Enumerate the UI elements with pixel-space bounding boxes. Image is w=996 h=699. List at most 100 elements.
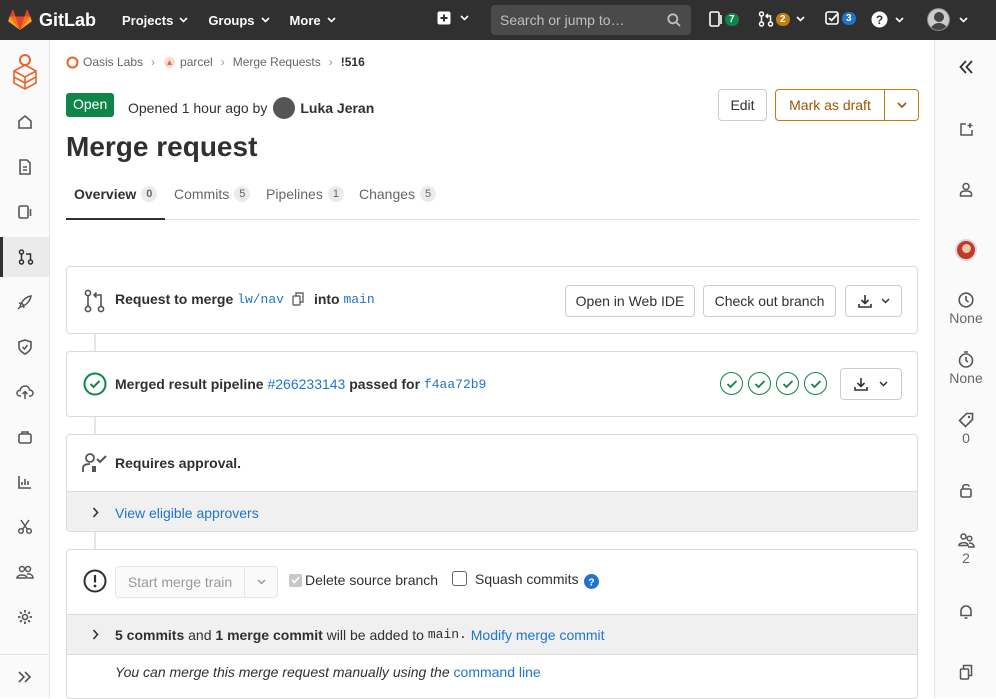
- pipeline-stage-success-icon[interactable]: [776, 372, 799, 395]
- mark-as-draft-button[interactable]: Mark as draft: [775, 89, 885, 121]
- copy-reference-button[interactable]: [935, 664, 996, 680]
- chevron-right-icon: [92, 507, 99, 518]
- assignee-section[interactable]: [935, 182, 996, 197]
- pipeline-download-button[interactable]: [840, 368, 902, 400]
- sidebar-item-snippets[interactable]: [0, 507, 49, 547]
- check-out-branch-button[interactable]: Check out branch: [703, 285, 836, 317]
- chevron-down-icon: [256, 579, 266, 585]
- author-avatar[interactable]: [273, 97, 296, 119]
- pipeline-stage-success-icon[interactable]: [804, 372, 827, 395]
- reviewer-avatar[interactable]: [955, 239, 977, 261]
- sidebar-item-settings[interactable]: [0, 597, 49, 637]
- user-menu[interactable]: [927, 8, 968, 31]
- todo-check-icon: [825, 11, 839, 25]
- copy-icon[interactable]: [292, 292, 304, 306]
- sidebar-item-analytics[interactable]: [0, 462, 49, 502]
- merge-requests-button[interactable]: 2: [758, 11, 805, 27]
- help-button[interactable]: ?: [871, 11, 904, 28]
- time-tracking-section[interactable]: None: [935, 351, 996, 386]
- merge-options-dropdown[interactable]: [244, 566, 278, 598]
- breadcrumb-merge-requests[interactable]: Merge Requests: [233, 55, 321, 69]
- command-line-link[interactable]: command line: [454, 664, 541, 680]
- brand-name: GitLab: [39, 9, 96, 30]
- cloud-upload-icon: [15, 385, 34, 399]
- timer-icon: [958, 351, 974, 368]
- tab-commits[interactable]: Commits 5: [174, 176, 251, 220]
- chevron-down-icon: [895, 16, 904, 23]
- project-avatar[interactable]: [0, 48, 49, 96]
- start-merge-train-button[interactable]: Start merge train: [115, 566, 245, 598]
- download-dropdown-button[interactable]: [845, 285, 902, 317]
- labels-count: 0: [962, 430, 970, 446]
- new-item-button[interactable]: [437, 11, 469, 25]
- sidebar-item-cicd[interactable]: [0, 282, 49, 322]
- breadcrumb-separator: ›: [328, 55, 333, 69]
- pipeline-link[interactable]: #266233143: [267, 376, 345, 392]
- reviewer-section[interactable]: [935, 239, 996, 261]
- search-input[interactable]: Search or jump to…: [491, 5, 691, 35]
- view-approvers-row[interactable]: View eligible approvers: [67, 491, 917, 531]
- collapse-sidebar-button[interactable]: [0, 654, 49, 698]
- sidebar-item-repository[interactable]: [0, 147, 49, 187]
- opened-info: Opened 1 hour ago by Luka Jeran: [128, 97, 374, 119]
- commits-info-row[interactable]: 5 commits and 1 merge commit will be add…: [67, 614, 917, 655]
- tab-count: 5: [420, 186, 437, 202]
- participants-count: 2: [962, 550, 970, 566]
- target-branch[interactable]: main: [344, 292, 375, 307]
- home-icon: [17, 114, 32, 129]
- tab-pipelines[interactable]: Pipelines 1: [266, 176, 344, 220]
- pipeline-stage-success-icon[interactable]: [748, 372, 771, 395]
- todo-add-button[interactable]: [935, 122, 996, 137]
- nav-projects[interactable]: Projects: [122, 13, 188, 28]
- sidebar-item-members[interactable]: [0, 552, 49, 592]
- sidebar-item-packages[interactable]: [0, 417, 49, 457]
- sidebar-item-project-overview[interactable]: [0, 102, 49, 142]
- sidebar-item-deployments[interactable]: [0, 372, 49, 412]
- commit-sha-link[interactable]: f4aa72b9: [424, 377, 486, 392]
- breadcrumb-current[interactable]: !516: [341, 55, 365, 69]
- open-web-ide-button[interactable]: Open in Web IDE: [565, 285, 695, 317]
- edit-button[interactable]: Edit: [718, 89, 767, 121]
- mr-tabs: Overview 0 Commits 5 Pipelines 1 Changes 5: [66, 176, 918, 220]
- tab-changes[interactable]: Changes 5: [359, 176, 437, 220]
- time-tracking-value: None: [949, 370, 983, 386]
- help-icon[interactable]: ?: [584, 574, 600, 589]
- source-branch[interactable]: lw/nav: [237, 292, 284, 307]
- delete-source-branch-option[interactable]: Delete source branch: [289, 572, 438, 588]
- copy-icon: [959, 664, 973, 680]
- status-success-icon[interactable]: [83, 372, 107, 396]
- notifications-toggle[interactable]: [935, 604, 996, 620]
- approval-icon: [82, 453, 107, 472]
- lock-section[interactable]: [935, 482, 996, 498]
- page-title: Merge request: [66, 131, 258, 162]
- sidebar-item-security[interactable]: [0, 327, 49, 367]
- squash-commits-checkbox[interactable]: [452, 571, 467, 586]
- participants-section[interactable]: 2: [935, 532, 996, 566]
- todos-count-badge: 3: [842, 12, 856, 25]
- draft-dropdown-button[interactable]: [884, 89, 919, 121]
- labels-section[interactable]: 0: [935, 412, 996, 446]
- nav-groups[interactable]: Groups: [208, 13, 270, 28]
- users-icon: [15, 565, 34, 579]
- gitlab-logo[interactable]: GitLab: [8, 9, 96, 31]
- sidebar-item-merge-requests[interactable]: [0, 237, 49, 277]
- squash-commits-option[interactable]: Squash commits ?: [452, 568, 600, 589]
- issues-button[interactable]: 7: [709, 11, 739, 27]
- todos-button[interactable]: 3: [825, 11, 856, 26]
- pipeline-stage-success-icon[interactable]: [720, 372, 743, 395]
- collapse-right-sidebar-button[interactable]: [935, 60, 996, 74]
- view-eligible-approvers-link[interactable]: View eligible approvers: [115, 505, 259, 521]
- author-name[interactable]: Luka Jeran: [300, 100, 374, 116]
- oasis-group-icon: [66, 56, 79, 68]
- nav-more[interactable]: More: [290, 13, 336, 28]
- delete-source-checkbox[interactable]: [289, 573, 302, 587]
- milestone-section[interactable]: None: [935, 292, 996, 326]
- breadcrumb-project[interactable]: parcel: [180, 55, 213, 69]
- modify-merge-commit-link[interactable]: Modify merge commit: [471, 627, 605, 643]
- sidebar-item-issues[interactable]: [0, 192, 49, 232]
- bell-icon: [960, 605, 972, 619]
- breadcrumb-group[interactable]: Oasis Labs: [83, 55, 143, 69]
- search-icon: [667, 13, 681, 27]
- tab-overview[interactable]: Overview 0: [66, 176, 166, 220]
- scissors-icon: [17, 519, 32, 535]
